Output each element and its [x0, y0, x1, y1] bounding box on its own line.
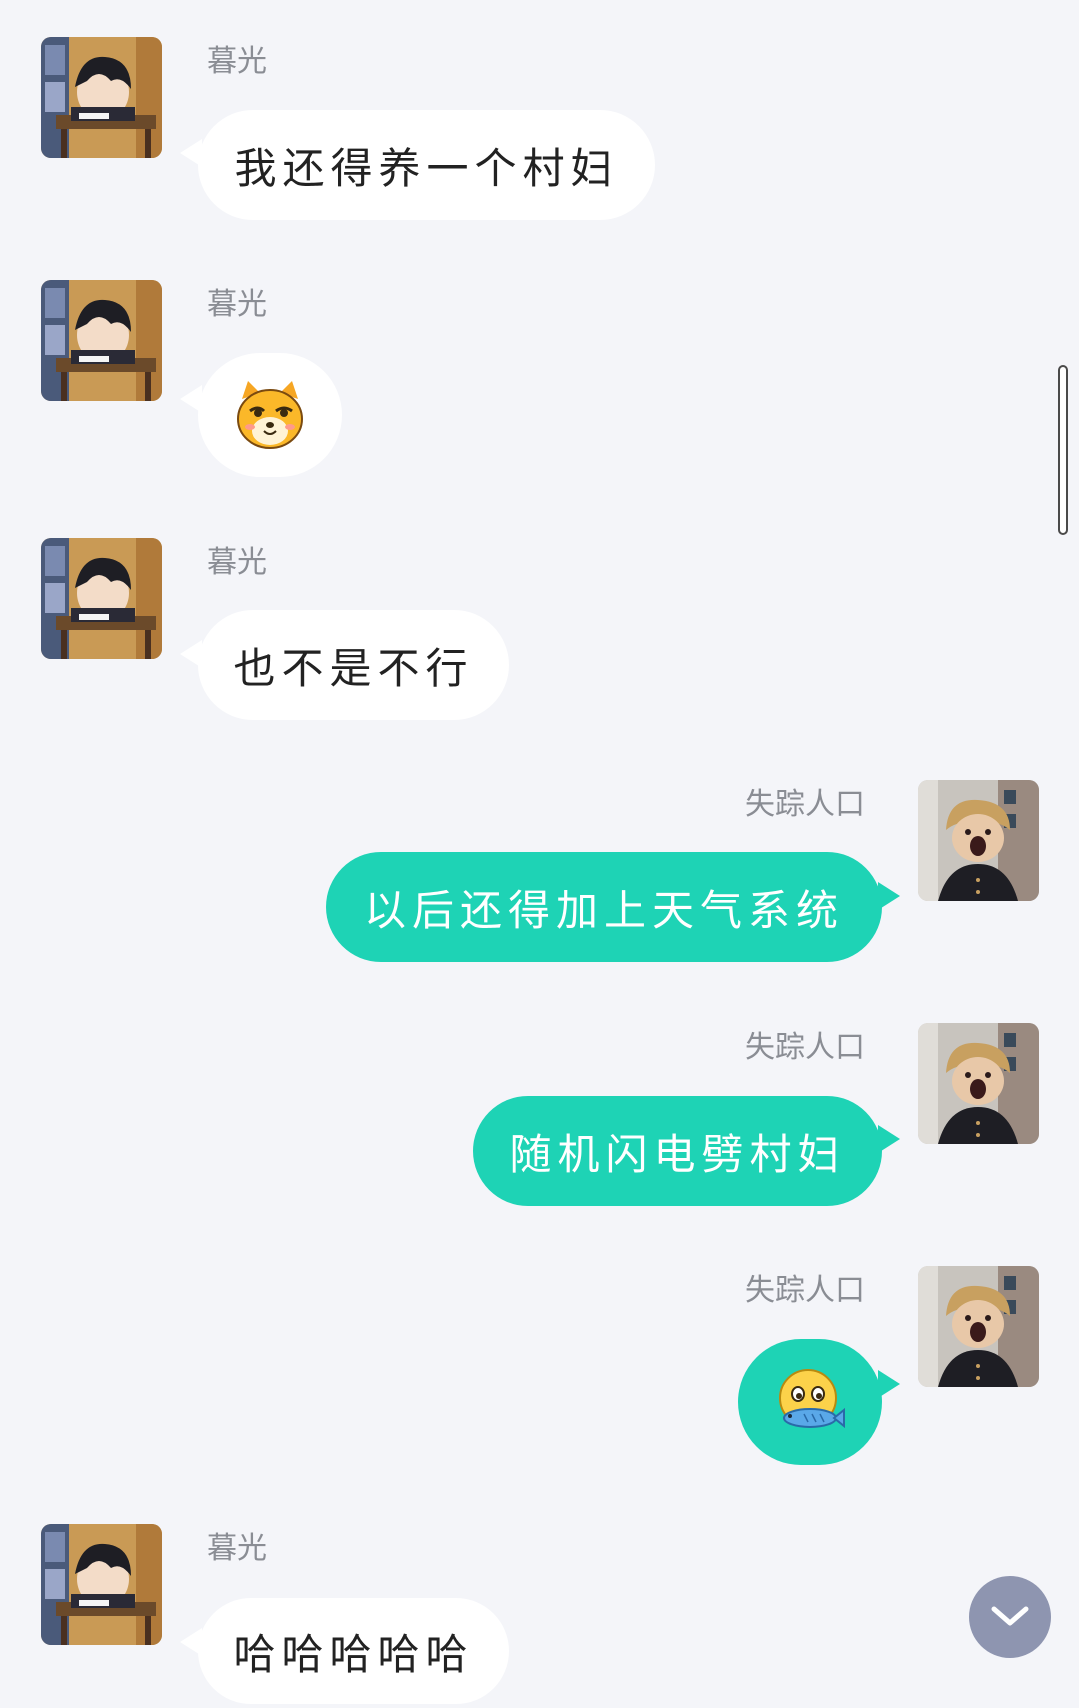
bubble-tail [878, 882, 900, 910]
avatar-shizongrenkou[interactable] [918, 1266, 1039, 1387]
face-biting-fish-icon [779, 1369, 845, 1429]
message-bubble[interactable]: 我还得养一个村妇 [198, 110, 655, 220]
anime-boy-avatar-icon [41, 538, 162, 659]
scrollbar-thumb[interactable] [1058, 365, 1068, 535]
anime-boy-avatar-icon [41, 37, 162, 158]
chat-message-list[interactable]: 暮光 我还得养一个村妇 暮光 暮光 也不是不行 失踪人口 以后还得加上天气系统 … [0, 0, 1079, 1708]
avatar-muguang[interactable] [41, 37, 162, 158]
sender-name: 暮光 [207, 1531, 267, 1566]
scroll-to-bottom-button[interactable] [969, 1576, 1051, 1658]
message-bubble[interactable]: 哈哈哈哈哈 [198, 1598, 509, 1704]
sender-name: 暮光 [207, 545, 267, 580]
message-bubble[interactable]: 以后还得加上天气系统 [326, 852, 882, 962]
chevron-down-icon [991, 1606, 1029, 1626]
screaming-man-avatar-icon [918, 1266, 1039, 1387]
sender-name: 暮光 [207, 44, 267, 79]
sender-name: 失踪人口 [745, 787, 865, 822]
anime-boy-avatar-icon [41, 1524, 162, 1645]
anime-boy-avatar-icon [41, 280, 162, 401]
message-bubble[interactable]: 也不是不行 [198, 610, 509, 720]
sticker-bubble[interactable] [738, 1339, 882, 1465]
message-bubble[interactable]: 随机闪电劈村妇 [473, 1096, 882, 1206]
avatar-muguang[interactable] [41, 1524, 162, 1645]
screaming-man-avatar-icon [918, 780, 1039, 901]
avatar-shizongrenkou[interactable] [918, 780, 1039, 901]
avatar-muguang[interactable] [41, 538, 162, 659]
sticker-bubble[interactable] [198, 353, 342, 477]
sender-name: 暮光 [207, 287, 267, 322]
bubble-tail [878, 1125, 900, 1153]
shiba-dog-smirk-icon [237, 381, 303, 449]
sender-name: 失踪人口 [745, 1030, 865, 1065]
avatar-shizongrenkou[interactable] [918, 1023, 1039, 1144]
avatar-muguang[interactable] [41, 280, 162, 401]
bubble-tail [878, 1370, 900, 1398]
screaming-man-avatar-icon [918, 1023, 1039, 1144]
sender-name: 失踪人口 [745, 1273, 865, 1308]
